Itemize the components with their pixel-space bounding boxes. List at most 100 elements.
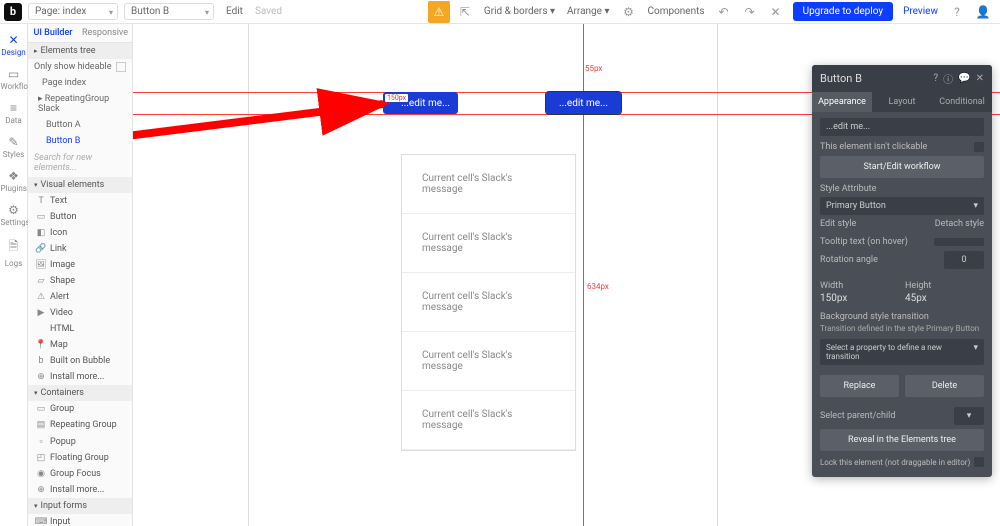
undo-icon[interactable]: ↶: [713, 1, 735, 23]
tree-button-a[interactable]: Button A: [28, 117, 132, 133]
arrange-menu[interactable]: Arrange ▾: [567, 6, 610, 17]
canvas-button-a[interactable]: 150px ...edit me...: [383, 92, 458, 114]
components-icon[interactable]: ⚙: [617, 1, 639, 23]
tab-appearance[interactable]: Appearance: [812, 92, 872, 112]
palette-install-more-[interactable]: ⊕Install more...: [28, 482, 132, 498]
repeating-group[interactable]: Current cell's Slack's messageCurrent ce…: [401, 154, 576, 451]
rail-workflow[interactable]: ▭Workflow: [1, 62, 27, 96]
palette-text[interactable]: TText: [28, 193, 132, 209]
close-icon[interactable]: ✕: [976, 73, 984, 84]
property-editor: Button B ? ⓘ 💬 ✕ Appearance Layout Condi…: [812, 65, 992, 477]
palette-image[interactable]: 🖼Image: [28, 257, 132, 273]
palette-group-focus[interactable]: ◉Group Focus: [28, 466, 132, 482]
tooltip-input[interactable]: [934, 238, 984, 246]
info-icon[interactable]: ⓘ: [943, 71, 953, 86]
tab-conditional[interactable]: Conditional: [932, 92, 992, 112]
palette-video[interactable]: ▶Video: [28, 305, 132, 321]
close-icon[interactable]: ✕: [765, 1, 787, 23]
bg-trans-text: Transition defined in the style Primary …: [820, 324, 984, 333]
palette-built-on-bubble[interactable]: bBuilt on Bubble: [28, 353, 132, 369]
delete-button[interactable]: Delete: [905, 375, 984, 397]
rail-design[interactable]: ✕Design: [1, 28, 27, 62]
palette-map[interactable]: 📍Map: [28, 337, 132, 353]
edit-style-link[interactable]: Edit style: [820, 219, 856, 229]
rg-cell[interactable]: Current cell's Slack's message: [402, 214, 575, 273]
clickable-row[interactable]: This element isn't clickable: [820, 142, 984, 152]
caption-input[interactable]: ...edit me...: [820, 118, 984, 136]
components-link[interactable]: Components: [647, 6, 704, 17]
edit-link[interactable]: Edit: [226, 6, 243, 17]
rg-cell[interactable]: Current cell's Slack's message: [402, 332, 575, 391]
start-workflow-button[interactable]: Start/Edit workflow: [820, 156, 984, 178]
palette-alert[interactable]: ⚠Alert: [28, 289, 132, 305]
help-icon[interactable]: ?: [933, 73, 938, 84]
rail-logs[interactable]: 🗎Logs: [1, 232, 27, 273]
canvas-button-b[interactable]: ...edit me...: [546, 92, 621, 114]
comment-icon[interactable]: 💬: [958, 73, 970, 84]
rail-plugins[interactable]: ❖Plugins: [1, 164, 27, 198]
rg-cell[interactable]: Current cell's Slack's message: [402, 391, 575, 450]
palette-button[interactable]: ▭Button: [28, 209, 132, 225]
palette-shape[interactable]: ▱Shape: [28, 273, 132, 289]
rotation-label: Rotation angle: [820, 255, 878, 265]
hierarchy-icon[interactable]: ⇱: [454, 1, 476, 23]
width-value: 150px: [820, 293, 899, 304]
new-transition-select[interactable]: Select a property to define a new transi…: [820, 339, 984, 365]
palette-html[interactable]: HTML: [28, 321, 132, 337]
nav-rail: ✕Design▭Workflow≡Data✎Styles❖Plugins⚙Set…: [0, 24, 28, 526]
palette-group[interactable]: ▭Group: [28, 401, 132, 417]
bg-trans-label: Background style transition: [820, 312, 984, 322]
page-selector[interactable]: Page: index▾: [28, 3, 118, 20]
tab-layout[interactable]: Layout: [872, 92, 932, 112]
help-icon[interactable]: ?: [946, 1, 968, 23]
deploy-button[interactable]: Upgrade to deploy: [793, 2, 893, 21]
elements-tree-header[interactable]: ▸Elements tree: [28, 43, 132, 59]
tab-ui-builder[interactable]: UI Builder: [28, 24, 78, 42]
parent-select[interactable]: ▾: [954, 407, 984, 425]
palette-popup[interactable]: ▫Popup: [28, 433, 132, 450]
lock-label: Lock this element (not draggable in edit…: [820, 458, 970, 467]
palette-floating-group[interactable]: ◰Floating Group: [28, 450, 132, 466]
palette-link[interactable]: 🔗Link: [28, 241, 132, 257]
redo-icon[interactable]: ↷: [739, 1, 761, 23]
issues-icon[interactable]: ⚠: [428, 1, 450, 23]
palette-input[interactable]: ⌨Input: [28, 514, 132, 526]
section-header[interactable]: ▾Visual elements: [28, 177, 132, 193]
dim-top: 55px: [585, 64, 602, 73]
pe-header[interactable]: Button B ? ⓘ 💬 ✕: [812, 65, 992, 92]
lock-checkbox[interactable]: [974, 457, 984, 467]
user-icon[interactable]: 👤: [972, 1, 994, 23]
search-elements[interactable]: Search for new elements...: [28, 149, 132, 177]
tab-responsive[interactable]: Responsive: [78, 24, 132, 42]
palette-icon[interactable]: ◧Icon: [28, 225, 132, 241]
width-label: Width: [820, 281, 899, 291]
element-selector[interactable]: Button B▾: [124, 3, 214, 20]
detach-style-link[interactable]: Detach style: [935, 219, 984, 229]
logo-icon[interactable]: b: [4, 3, 22, 21]
palette-repeating-group[interactable]: ▤Repeating Group: [28, 417, 132, 433]
rail-settings[interactable]: ⚙Settings: [1, 198, 27, 232]
reveal-button[interactable]: Reveal in the Elements tree: [820, 429, 984, 451]
section-header[interactable]: ▾Containers: [28, 385, 132, 401]
tree-button-b[interactable]: Button B: [28, 133, 132, 149]
section-header[interactable]: ▾Input forms: [28, 498, 132, 514]
rg-cell[interactable]: Current cell's Slack's message: [402, 273, 575, 332]
tree-page[interactable]: Page index: [28, 75, 132, 91]
rail-data[interactable]: ≡Data: [1, 96, 27, 130]
grid-borders[interactable]: Grid & borders ▾: [484, 6, 555, 17]
rg-cell[interactable]: Current cell's Slack's message: [402, 155, 575, 214]
palette-install-more-[interactable]: ⊕Install more...: [28, 369, 132, 385]
tree-rg[interactable]: ▸ RepeatingGroup Slack: [28, 91, 132, 117]
left-panel: UI Builder Responsive ▸Elements tree Onl…: [28, 24, 133, 526]
top-bar: b Page: index▾ Button B▾ Edit Saved ⚠ ⇱ …: [0, 0, 1000, 24]
rail-styles[interactable]: ✎Styles: [1, 130, 27, 164]
only-show-hideable[interactable]: Only show hideable: [28, 59, 132, 75]
height-value: 45px: [905, 293, 984, 304]
dim-side: 634px: [587, 282, 609, 291]
preview-link[interactable]: Preview: [903, 6, 938, 17]
replace-button[interactable]: Replace: [820, 375, 899, 397]
style-select[interactable]: Primary Button▾: [820, 197, 984, 215]
height-label: Height: [905, 281, 984, 291]
rotation-input[interactable]: 0: [944, 251, 984, 269]
tooltip-label: Tooltip text (on hover): [820, 237, 908, 247]
